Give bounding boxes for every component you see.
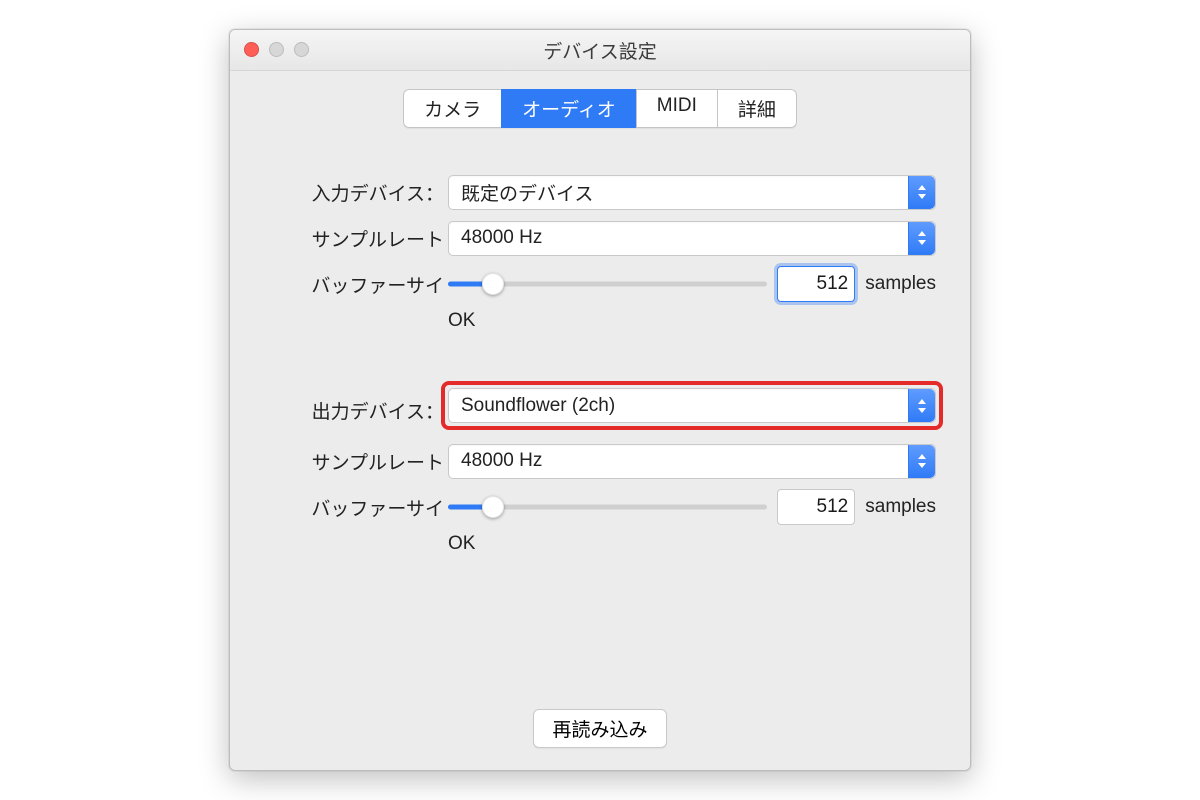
input-samplerate-select[interactable]: 48000 Hz <box>448 221 936 256</box>
titlebar: デバイス設定 <box>230 30 970 71</box>
input-status: OK <box>448 310 936 332</box>
output-buffer-field[interactable] <box>777 489 855 525</box>
zoom-icon[interactable] <box>294 42 309 57</box>
window-controls <box>244 42 309 57</box>
input-buffer-slider[interactable] <box>448 274 767 294</box>
input-device-label: 入力デバイス： <box>264 179 448 206</box>
output-group: 出力デバイス： Soundflower (2ch) <box>264 388 936 555</box>
chevrons-icon <box>908 176 935 209</box>
output-device-value: Soundflower (2ch) <box>461 395 615 417</box>
input-samplerate-value: 48000 Hz <box>461 227 542 249</box>
output-samplerate-label: サンプルレート <box>264 448 448 475</box>
input-buffer-field[interactable] <box>777 266 855 302</box>
output-samplerate-select[interactable]: 48000 Hz <box>448 444 936 479</box>
tab-camera[interactable]: カメラ <box>403 89 501 128</box>
tab-midi[interactable]: MIDI <box>636 89 717 128</box>
samples-unit: samples <box>865 496 936 518</box>
chevrons-icon <box>908 389 935 422</box>
output-buffer-slider[interactable] <box>448 497 767 517</box>
output-device-highlight: Soundflower (2ch) <box>441 381 943 430</box>
reload-button[interactable]: 再読み込み <box>533 709 666 748</box>
output-slider-thumb[interactable] <box>482 496 504 518</box>
minimize-icon[interactable] <box>269 42 284 57</box>
output-device-select[interactable]: Soundflower (2ch) <box>448 388 936 423</box>
input-samplerate-label: サンプルレート <box>264 225 448 252</box>
tab-bar: カメラ オーディオ MIDI 詳細 <box>230 71 970 134</box>
chevrons-icon <box>908 445 935 478</box>
input-device-value: 既定のデバイス <box>461 179 593 206</box>
output-samplerate-value: 48000 Hz <box>461 450 542 472</box>
tab-advanced[interactable]: 詳細 <box>717 89 797 128</box>
input-slider-thumb[interactable] <box>482 273 504 295</box>
audio-settings-form: 入力デバイス： 既定のデバイス サンプルレート 4 <box>230 134 970 621</box>
device-settings-window: デバイス設定 カメラ オーディオ MIDI 詳細 入力デバイス： 既定のデバイス <box>229 29 971 771</box>
window-title: デバイス設定 <box>543 37 656 64</box>
input-buffer-label: バッファーサイ <box>264 271 448 298</box>
output-buffer-label: バッファーサイ <box>264 494 448 521</box>
input-group: 入力デバイス： 既定のデバイス サンプルレート 4 <box>264 174 936 332</box>
close-icon[interactable] <box>244 42 259 57</box>
output-status: OK <box>448 533 936 555</box>
chevrons-icon <box>908 222 935 255</box>
samples-unit: samples <box>865 273 936 295</box>
output-device-label: 出力デバイス： <box>264 397 448 424</box>
input-device-select[interactable]: 既定のデバイス <box>448 175 936 210</box>
tab-audio[interactable]: オーディオ <box>501 89 636 128</box>
